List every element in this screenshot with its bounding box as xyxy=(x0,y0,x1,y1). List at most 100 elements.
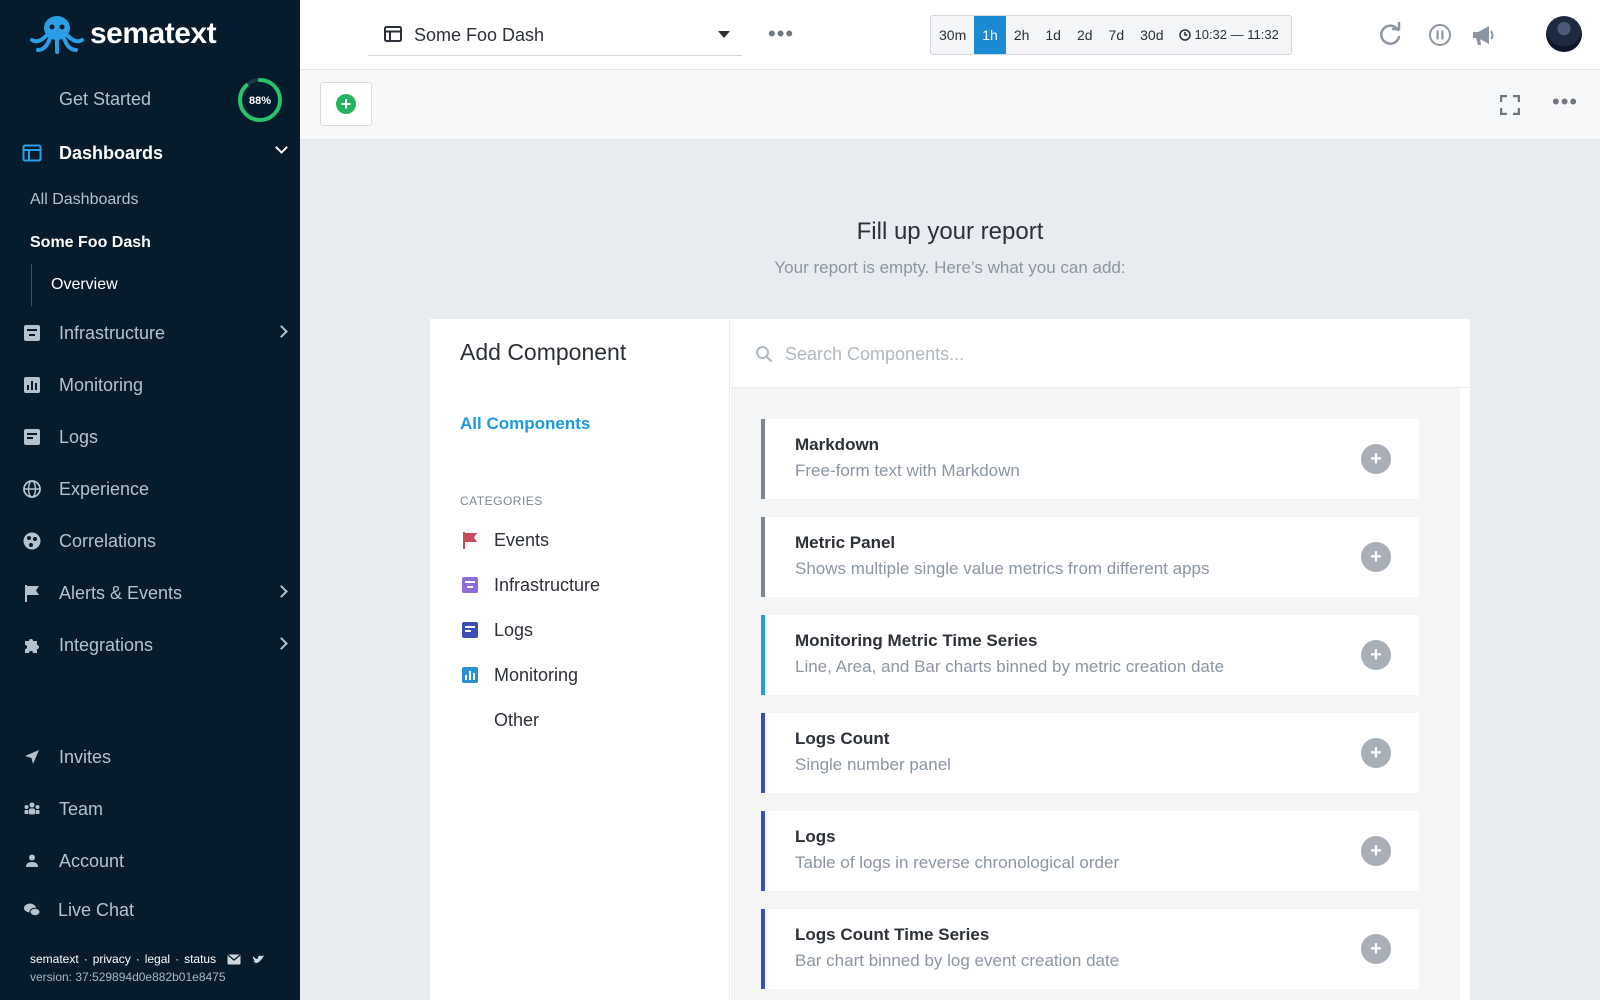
component-categories: Add Component All Components CATEGORIES … xyxy=(430,319,730,1000)
integrations-label: Integrations xyxy=(59,634,154,655)
footer-link-privacy[interactable]: privacy xyxy=(93,952,131,966)
puzzle-icon xyxy=(25,639,39,653)
add-icon[interactable]: + xyxy=(1361,836,1391,866)
component-card-metric-panel[interactable]: Metric Panel Shows multiple single value… xyxy=(761,517,1419,597)
sidebar-item-dashboards[interactable]: Dashboards xyxy=(0,131,300,175)
refresh-icon[interactable] xyxy=(1378,22,1404,48)
user-icon xyxy=(26,854,38,867)
component-title: Logs Count xyxy=(795,729,890,748)
component-card-logs-count-time-series[interactable]: Logs Count Time Series Bar chart binned … xyxy=(761,909,1419,989)
globe-icon xyxy=(23,480,41,498)
octopus-icon xyxy=(30,16,84,54)
component-title: Monitoring Metric Time Series xyxy=(795,631,1038,650)
twitter-icon[interactable] xyxy=(252,954,265,965)
sidebar-item-monitoring[interactable]: Monitoring xyxy=(0,363,300,407)
fullscreen-icon[interactable] xyxy=(1500,95,1520,115)
team-icon xyxy=(24,802,40,815)
announcements-icon[interactable] xyxy=(1470,22,1496,48)
account-label: Account xyxy=(59,850,125,871)
sidebar-item-live-chat[interactable]: Live Chat xyxy=(0,888,300,932)
dashboard-selector[interactable]: Some Foo Dash xyxy=(368,14,742,56)
sidebar-item-infrastructure[interactable]: Infrastructure xyxy=(0,311,300,355)
monitoring-icon xyxy=(24,377,40,393)
sidebar-item-all-dashboards[interactable]: All Dashboards xyxy=(30,191,139,209)
logs-label: Logs xyxy=(59,426,99,447)
search-input[interactable] xyxy=(785,339,1385,369)
component-title: Markdown xyxy=(795,435,880,454)
sidebar-item-alerts-events[interactable]: Alerts & Events xyxy=(0,571,300,615)
component-description: Shows multiple single value metrics from… xyxy=(795,559,1210,578)
category-events[interactable]: Events xyxy=(460,528,549,552)
sidebar-item-team[interactable]: Team xyxy=(0,787,300,831)
component-card-logs[interactable]: Logs Table of logs in reverse chronologi… xyxy=(761,811,1419,891)
footer-link-status[interactable]: status xyxy=(184,952,216,966)
add-icon[interactable]: + xyxy=(1361,934,1391,964)
dashboards-label: Dashboards xyxy=(59,142,164,163)
infrastructure-label: Infrastructure xyxy=(59,322,166,343)
category-other[interactable]: Other xyxy=(460,708,539,732)
footer-separator: · xyxy=(175,952,180,966)
correlations-icon xyxy=(23,532,41,550)
chevron-right-icon xyxy=(275,585,288,598)
component-title: Logs Count Time Series xyxy=(795,925,990,944)
experience-label: Experience xyxy=(59,478,150,499)
time-range-1d[interactable]: 1d xyxy=(1037,16,1069,54)
toolbar-more-button[interactable]: ••• xyxy=(1552,91,1578,113)
time-range-7d[interactable]: 7d xyxy=(1101,16,1133,54)
add-icon[interactable]: + xyxy=(1361,444,1391,474)
category-label: Logs xyxy=(494,619,534,640)
mail-icon[interactable] xyxy=(227,954,241,965)
all-components-link[interactable]: All Components xyxy=(460,414,590,434)
footer-links: sematext · privacy · legal · status xyxy=(30,952,265,966)
progress-ring: 88% xyxy=(238,78,282,122)
logs-icon xyxy=(462,622,478,638)
pause-icon[interactable] xyxy=(1427,22,1453,48)
infrastructure-icon xyxy=(24,325,40,341)
sidebar-item-correlations[interactable]: Correlations xyxy=(0,519,300,563)
sematext-logo[interactable]: sematext xyxy=(30,14,217,54)
sidebar-item-overview[interactable]: Overview xyxy=(51,276,118,294)
sidebar-item-experience[interactable]: Experience xyxy=(0,467,300,511)
category-monitoring[interactable]: Monitoring xyxy=(460,663,578,687)
component-description: Bar chart binned by log event creation d… xyxy=(795,951,1120,970)
footer-link-legal[interactable]: legal xyxy=(145,952,170,966)
sidebar-item-account[interactable]: Account xyxy=(0,839,300,883)
category-label: Other xyxy=(494,709,540,730)
add-component-button[interactable]: + xyxy=(320,82,372,126)
topbar: Some Foo Dash ••• 30m 1h 2h 1d 2d 7d 30d… xyxy=(300,0,1600,70)
component-description: Line, Area, and Bar charts binned by met… xyxy=(795,657,1225,676)
footer-link-sematext[interactable]: sematext xyxy=(30,952,79,966)
custom-time-range[interactable]: 10:32 — 11:32 xyxy=(1171,16,1290,54)
add-icon[interactable]: + xyxy=(1361,640,1391,670)
panel-title: Add Component xyxy=(460,339,627,365)
caret-down-icon xyxy=(718,31,730,38)
component-description: Single number panel xyxy=(795,755,951,774)
component-card-monitoring-metric-time-series[interactable]: Monitoring Metric Time Series Line, Area… xyxy=(761,615,1419,695)
blank-icon xyxy=(460,710,480,730)
sidebar-item-current-dashboard[interactable]: Some Foo Dash xyxy=(30,234,151,252)
flag-icon xyxy=(25,585,39,602)
component-list: Markdown Free-form text with Markdown + … xyxy=(731,388,1460,1000)
add-icon[interactable]: + xyxy=(1361,738,1391,768)
monitoring-label: Monitoring xyxy=(59,374,144,395)
infrastructure-icon xyxy=(462,577,478,593)
time-range-30m[interactable]: 30m xyxy=(931,16,974,54)
time-range-2h[interactable]: 2h xyxy=(1006,16,1038,54)
avatar[interactable] xyxy=(1546,16,1582,52)
time-range-1h[interactable]: 1h xyxy=(974,16,1006,54)
time-range-30d[interactable]: 30d xyxy=(1132,16,1171,54)
add-component-panel: Add Component All Components CATEGORIES … xyxy=(430,319,1470,1000)
component-card-logs-count[interactable]: Logs Count Single number panel + xyxy=(761,713,1419,793)
sidebar-item-integrations[interactable]: Integrations xyxy=(0,623,300,667)
time-range-2d[interactable]: 2d xyxy=(1069,16,1101,54)
flag-icon xyxy=(463,532,477,549)
category-logs[interactable]: Logs xyxy=(460,618,533,642)
correlations-label: Correlations xyxy=(59,530,157,551)
dashboard-more-button[interactable]: ••• xyxy=(768,23,794,45)
sidebar-item-invites[interactable]: Invites xyxy=(0,735,300,779)
component-card-markdown[interactable]: Markdown Free-form text with Markdown + xyxy=(761,419,1419,499)
add-icon[interactable]: + xyxy=(1361,542,1391,572)
chevron-down-icon xyxy=(275,141,288,154)
sidebar-item-logs[interactable]: Logs xyxy=(0,415,300,459)
category-infrastructure[interactable]: Infrastructure xyxy=(460,573,600,597)
